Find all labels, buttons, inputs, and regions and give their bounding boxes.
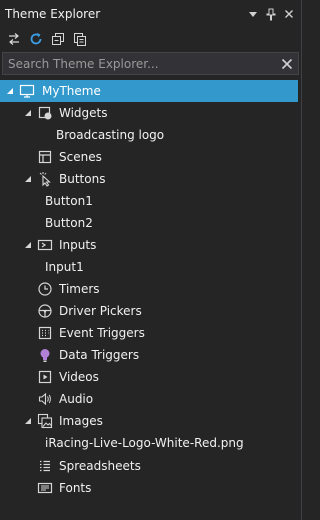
copy-icon <box>73 32 87 46</box>
tree-item-mytheme[interactable]: MyTheme <box>0 80 298 102</box>
tree-item-label: Widgets <box>59 106 108 120</box>
tree-item-driver-pickers[interactable]: Driver Pickers <box>0 300 298 322</box>
scene-icon <box>37 149 53 165</box>
tree-item-label: Driver Pickers <box>59 304 142 318</box>
tree-item-buttons[interactable]: Buttons <box>0 168 298 190</box>
tree-item-data-triggers[interactable]: Data Triggers <box>0 344 298 366</box>
tree-item-label: MyTheme <box>42 84 101 98</box>
tree-item-label: Data Triggers <box>59 348 140 362</box>
widget-icon <box>37 105 53 121</box>
sync-button[interactable] <box>5 30 23 48</box>
tree-item-label: Input1 <box>45 260 84 274</box>
pin-icon[interactable] <box>266 7 278 21</box>
tree-item-fonts[interactable]: Fonts <box>0 477 298 499</box>
tree-item-label: Spreadsheets <box>59 459 141 473</box>
tree-item-input1[interactable]: Input1 <box>0 256 298 278</box>
search-box <box>2 52 299 75</box>
video-icon <box>37 369 53 385</box>
collapse-all-button[interactable] <box>49 30 67 48</box>
dropdown-icon[interactable] <box>248 7 260 21</box>
tree-item-label: Audio <box>59 392 94 406</box>
refresh-icon <box>29 32 43 46</box>
tree-item-label: Button1 <box>45 194 93 208</box>
tree-item-label: Button2 <box>45 216 93 230</box>
input-icon <box>37 237 53 253</box>
images-icon <box>37 413 53 429</box>
tree-item-label: Broadcasting logo <box>56 128 165 142</box>
tree-item-label: Event Triggers <box>59 326 145 340</box>
monitor-icon <box>19 83 35 99</box>
tree-item-label: Scenes <box>59 150 102 164</box>
tree-item-label: iRacing-Live-Logo-White-Red.png <box>45 436 244 450</box>
tree-item-label: Images <box>59 414 103 428</box>
panel-title: Theme Explorer <box>5 6 101 21</box>
tree-item-scenes[interactable]: Scenes <box>0 146 298 168</box>
caret-expanded-icon[interactable] <box>22 168 34 190</box>
tree-item-button2[interactable]: Button2 <box>0 212 298 234</box>
title-controls <box>248 7 302 21</box>
list-icon <box>37 458 53 474</box>
panel-titlebar: Theme Explorer <box>0 0 302 27</box>
panel-toolbar <box>0 27 302 50</box>
clock-icon <box>37 281 53 297</box>
sync-icon <box>7 32 21 46</box>
tree-item-broadcasting-logo[interactable]: Broadcasting logo <box>0 124 298 146</box>
caret-expanded-icon[interactable] <box>22 410 34 432</box>
speaker-icon <box>37 391 53 407</box>
tree-item-widgets[interactable]: Widgets <box>0 102 298 124</box>
tree-item-timers[interactable]: Timers <box>0 278 298 300</box>
caret-expanded-icon[interactable] <box>22 234 34 256</box>
caret-expanded-icon[interactable] <box>4 80 16 102</box>
collapse-all-icon <box>51 32 65 46</box>
search-clear-button[interactable] <box>276 53 298 75</box>
tree-item-label: Timers <box>59 282 100 296</box>
tree-item-button1[interactable]: Button1 <box>0 190 298 212</box>
tree-item-audio[interactable]: Audio <box>0 388 298 410</box>
tree-item-event-triggers[interactable]: Event Triggers <box>0 322 298 344</box>
tree-item-images[interactable]: Images <box>0 410 298 432</box>
tree-item-label: Buttons <box>59 172 106 186</box>
tree-item-inputs[interactable]: Inputs <box>0 234 298 256</box>
tree-item-spreadsheets[interactable]: Spreadsheets <box>0 455 298 477</box>
refresh-button[interactable] <box>27 30 45 48</box>
tree-item-image-file[interactable]: iRacing-Live-Logo-White-Red.png <box>0 432 298 454</box>
tree-item-videos[interactable]: Videos <box>0 366 298 388</box>
tree-item-label: Videos <box>59 370 99 384</box>
pointer-icon <box>37 171 53 187</box>
lightbulb-icon <box>37 347 53 363</box>
caret-expanded-icon[interactable] <box>22 102 34 124</box>
tree-item-label: Inputs <box>59 238 97 252</box>
tree-item-label: Fonts <box>59 481 92 495</box>
theme-explorer-panel: Theme Explorer Search Theme Explorer... … <box>0 0 302 520</box>
copy-button[interactable] <box>71 30 89 48</box>
steering-wheel-icon <box>37 303 53 319</box>
close-icon[interactable] <box>284 7 296 21</box>
event-grid-icon <box>37 325 53 341</box>
search-input[interactable] <box>3 53 276 74</box>
font-icon <box>37 480 53 496</box>
close-icon <box>281 58 293 70</box>
